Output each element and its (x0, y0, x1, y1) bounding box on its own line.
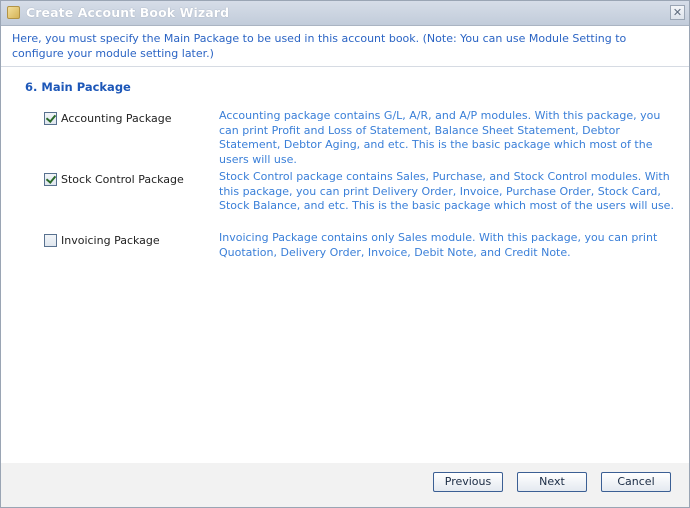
accounting-package-label[interactable]: Accounting Package (61, 112, 172, 125)
header-instructions: Here, you must specify the Main Package … (12, 32, 627, 60)
title-bar[interactable]: Create Account Book Wizard ✕ (1, 1, 689, 26)
wizard-window: Create Account Book Wizard ✕ Here, you m… (0, 0, 690, 508)
app-icon (7, 6, 20, 19)
invoicing-package-checkbox[interactable] (44, 234, 57, 247)
wizard-body: 6. Main Package Accounting Package Accou… (1, 67, 689, 463)
section-title: 6. Main Package (25, 80, 131, 94)
window-title: Create Account Book Wizard (26, 5, 230, 20)
accounting-package-checkbox[interactable] (44, 112, 57, 125)
wizard-header: Here, you must specify the Main Package … (1, 26, 689, 67)
invoicing-package-description: Invoicing Package contains only Sales mo… (219, 231, 658, 259)
invoicing-package-label[interactable]: Invoicing Package (61, 234, 160, 247)
stock-control-package-description: Stock Control package contains Sales, Pu… (219, 170, 674, 212)
stock-control-package-checkbox[interactable] (44, 173, 57, 186)
previous-button[interactable]: Previous (433, 472, 503, 492)
stock-control-package-label[interactable]: Stock Control Package (61, 173, 184, 186)
cancel-button[interactable]: Cancel (601, 472, 671, 492)
next-button[interactable]: Next (517, 472, 587, 492)
close-icon: ✕ (672, 6, 683, 19)
close-button[interactable]: ✕ (670, 5, 685, 20)
accounting-package-description: Accounting package contains G/L, A/R, an… (219, 109, 661, 166)
